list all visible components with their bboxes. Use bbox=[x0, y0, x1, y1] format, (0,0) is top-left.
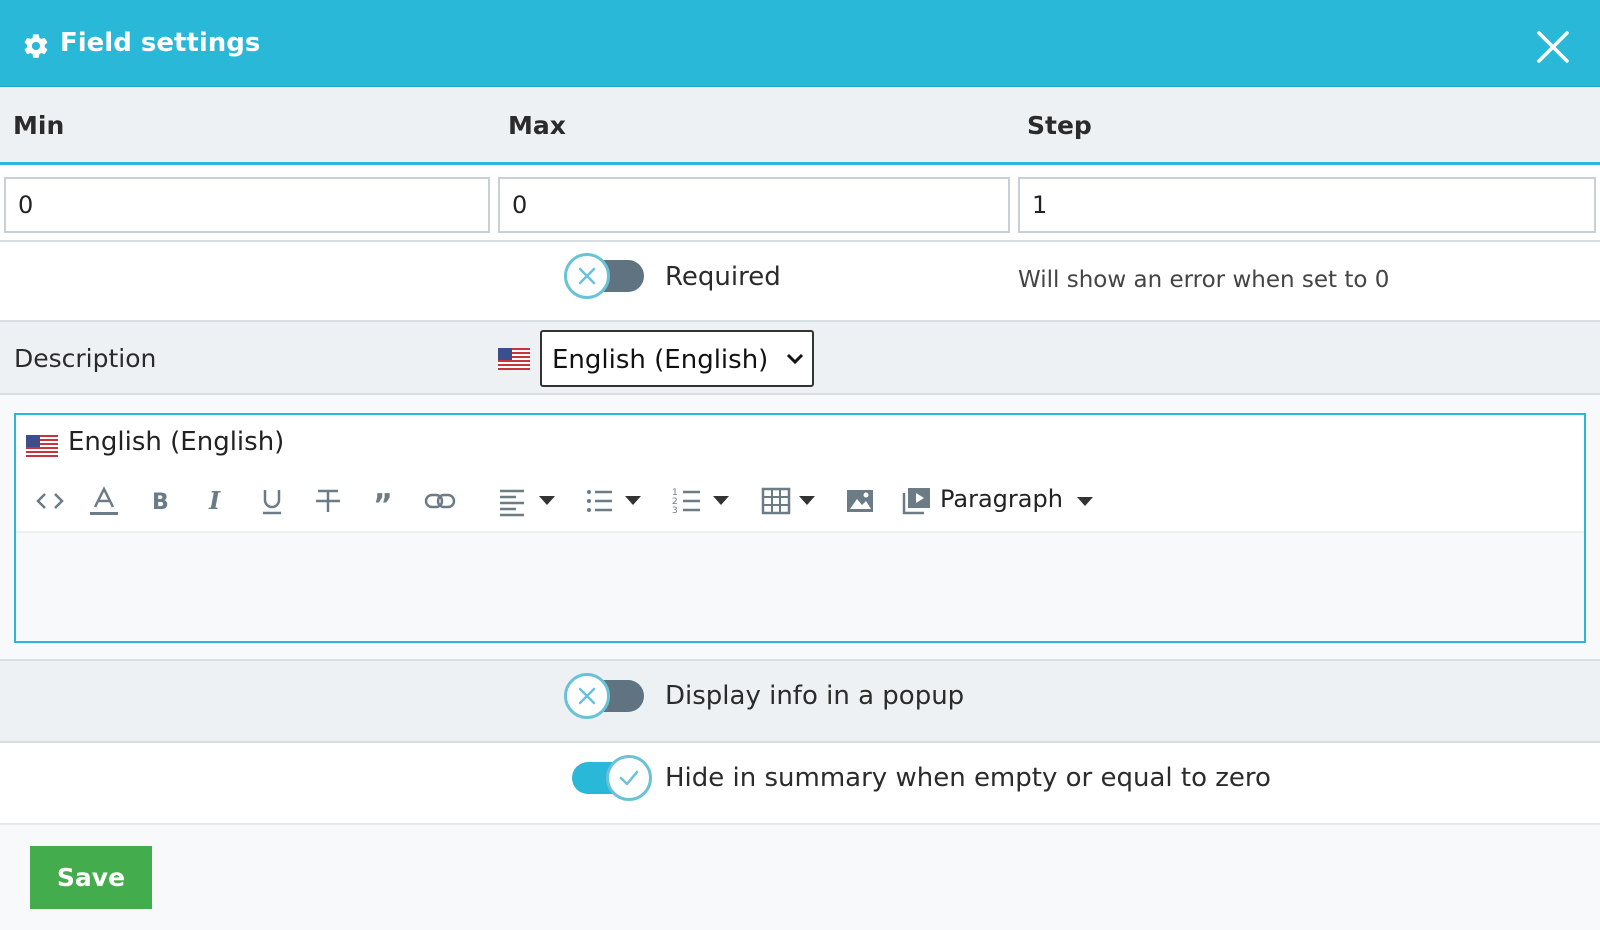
chevron-down-icon bbox=[786, 353, 804, 365]
paragraph-dropdown-caret-icon bbox=[1077, 497, 1093, 506]
check-icon bbox=[619, 770, 639, 786]
svg-text:I: I bbox=[208, 486, 221, 515]
description-row: Description English (English) bbox=[0, 322, 1600, 395]
strikethrough-icon[interactable] bbox=[310, 483, 346, 519]
min-input[interactable] bbox=[4, 177, 490, 233]
paragraph-format-label: Paragraph bbox=[940, 485, 1063, 513]
underline-icon[interactable] bbox=[254, 483, 290, 519]
font-color-icon[interactable] bbox=[86, 483, 122, 519]
toggle-knob bbox=[606, 755, 652, 801]
x-icon bbox=[578, 687, 596, 705]
numbered-list-icon[interactable]: 123 bbox=[670, 483, 706, 519]
required-hint: Will show an error when set to 0 bbox=[1018, 267, 1390, 293]
step-header: Step bbox=[1027, 111, 1092, 140]
range-inputs-row bbox=[0, 165, 1600, 242]
hide-summary-row: Hide in summary when empty or equal to z… bbox=[0, 743, 1600, 825]
description-label: Description bbox=[14, 344, 157, 373]
svg-text:”: ” bbox=[373, 488, 393, 519]
hide-summary-label: Hide in summary when empty or equal to z… bbox=[665, 763, 1271, 793]
source-code-icon[interactable] bbox=[32, 483, 68, 519]
editor-language-label: English (English) bbox=[68, 427, 285, 457]
required-label: Required bbox=[665, 262, 781, 292]
max-input[interactable] bbox=[498, 177, 1010, 233]
image-icon[interactable] bbox=[842, 483, 878, 519]
language-select[interactable]: English (English) bbox=[540, 330, 814, 387]
toggle-knob bbox=[564, 673, 610, 719]
media-icon[interactable] bbox=[898, 483, 934, 519]
numbered-list-dropdown-caret-icon[interactable] bbox=[712, 493, 730, 507]
field-settings-dialog: Field settings Min Max Step Required Wil bbox=[0, 0, 1600, 930]
dialog-footer: Save bbox=[0, 825, 1600, 930]
range-column-headers: Min Max Step bbox=[0, 87, 1600, 165]
gear-icon bbox=[24, 34, 48, 58]
description-editor-area: English (English) B I ” 1 2 3 Paragraph bbox=[0, 395, 1600, 661]
display-popup-label: Display info in a popup bbox=[665, 681, 965, 711]
step-input[interactable] bbox=[1018, 177, 1596, 233]
min-header: Min bbox=[13, 111, 65, 140]
table-icon[interactable] bbox=[758, 483, 794, 519]
display-popup-toggle[interactable] bbox=[564, 673, 648, 719]
editor-toolbar: B I ” 1 2 3 Paragraph bbox=[16, 475, 1584, 531]
dialog-header: Field settings bbox=[0, 0, 1600, 87]
rich-text-editor: English (English) B I ” 1 2 3 Paragraph bbox=[14, 413, 1586, 643]
close-icon[interactable] bbox=[1536, 30, 1570, 64]
svg-text:3: 3 bbox=[672, 506, 678, 516]
hide-summary-toggle[interactable] bbox=[568, 755, 652, 801]
align-left-icon[interactable] bbox=[494, 483, 530, 519]
editor-content[interactable] bbox=[16, 531, 1584, 641]
table-dropdown-caret-icon[interactable] bbox=[798, 493, 816, 507]
bulleted-list-icon[interactable] bbox=[582, 483, 618, 519]
paragraph-format-dropdown[interactable]: Paragraph bbox=[940, 485, 1093, 513]
italic-icon[interactable]: I bbox=[198, 483, 234, 519]
required-row: Required Will show an error when set to … bbox=[0, 242, 1600, 322]
align-dropdown-caret-icon[interactable] bbox=[538, 493, 556, 507]
max-header: Max bbox=[508, 111, 566, 140]
svg-text:B: B bbox=[152, 490, 169, 515]
bulleted-list-dropdown-caret-icon[interactable] bbox=[624, 493, 642, 507]
x-icon bbox=[578, 267, 596, 285]
save-button[interactable]: Save bbox=[30, 846, 152, 909]
dialog-title: Field settings bbox=[60, 28, 261, 58]
required-toggle[interactable] bbox=[564, 253, 648, 299]
bold-icon[interactable]: B bbox=[142, 483, 178, 519]
blockquote-icon[interactable]: ” bbox=[366, 483, 402, 523]
toggle-knob bbox=[564, 253, 610, 299]
link-icon[interactable] bbox=[422, 483, 458, 519]
us-flag-icon bbox=[26, 435, 58, 457]
us-flag-icon bbox=[498, 348, 530, 370]
popup-row: Display info in a popup bbox=[0, 661, 1600, 743]
language-select-value: English (English) bbox=[552, 345, 769, 375]
